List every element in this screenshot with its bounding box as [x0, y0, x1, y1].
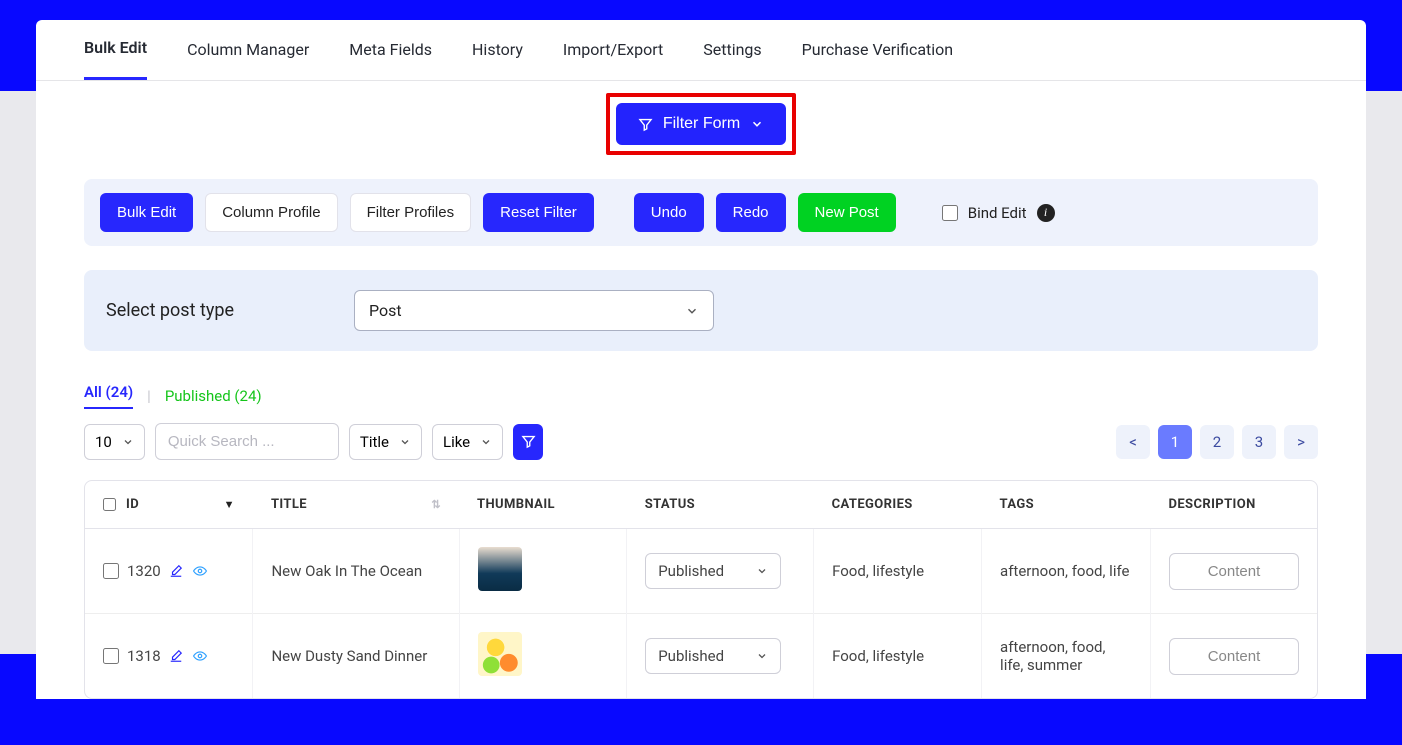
- tab-purchase-verification[interactable]: Purchase Verification: [802, 40, 953, 79]
- row-title[interactable]: New Oak In The Ocean: [253, 529, 459, 614]
- edit-icon[interactable]: [169, 649, 183, 663]
- col-header-categories[interactable]: CATEGORIES: [814, 481, 982, 529]
- thumbnail-image[interactable]: [478, 632, 522, 676]
- chevron-down-icon: [750, 117, 764, 131]
- col-header-status[interactable]: STATUS: [627, 481, 814, 529]
- chevron-down-icon: [399, 436, 411, 448]
- reset-filter-button[interactable]: Reset Filter: [483, 193, 594, 232]
- tab-settings[interactable]: Settings: [703, 40, 761, 79]
- funnel-icon: [638, 117, 653, 132]
- post-type-value: Post: [369, 301, 402, 320]
- chevron-down-icon: [685, 304, 699, 318]
- operator-value: Like: [443, 433, 470, 451]
- page-2[interactable]: 2: [1200, 425, 1234, 459]
- main-panel: Bulk Edit Column Manager Meta Fields His…: [36, 20, 1366, 699]
- chevron-down-icon: [756, 650, 768, 662]
- tab-column-manager[interactable]: Column Manager: [187, 40, 309, 79]
- status-filter-tabs: All (24) | Published (24): [84, 383, 1318, 409]
- row-status-select[interactable]: Published: [645, 553, 781, 589]
- col-title-label: TITLE: [271, 497, 307, 512]
- select-all-checkbox[interactable]: [103, 498, 116, 511]
- funnel-icon: [521, 434, 536, 449]
- page-3[interactable]: 3: [1242, 425, 1276, 459]
- action-toolbar: Bulk Edit Column Profile Filter Profiles…: [84, 179, 1318, 246]
- search-field-value: Title: [360, 433, 389, 451]
- row-categories[interactable]: Food, lifestyle: [814, 614, 982, 699]
- row-status-value: Published: [658, 647, 724, 665]
- info-icon[interactable]: i: [1037, 204, 1055, 222]
- row-tags[interactable]: afternoon, food, life, summer: [982, 614, 1151, 699]
- chevron-down-icon: [480, 436, 492, 448]
- tab-meta-fields[interactable]: Meta Fields: [349, 40, 432, 79]
- col-header-thumbnail[interactable]: THUMBNAIL: [459, 481, 627, 529]
- row-checkbox[interactable]: [103, 648, 119, 664]
- page-1[interactable]: 1: [1158, 425, 1192, 459]
- row-categories[interactable]: Food, lifestyle: [814, 529, 982, 614]
- edit-icon[interactable]: [169, 564, 183, 578]
- new-post-button[interactable]: New Post: [798, 193, 896, 232]
- table-row: 1320 New Oak In The Ocean Published Fo: [85, 529, 1317, 614]
- col-header-description[interactable]: DESCRIPTION: [1151, 481, 1318, 529]
- post-type-select[interactable]: Post: [354, 290, 714, 331]
- pagination: < 1 2 3 >: [1116, 425, 1318, 459]
- row-status-value: Published: [658, 562, 724, 580]
- bind-edit-label: Bind Edit: [968, 204, 1027, 222]
- chevron-down-icon: [756, 565, 768, 577]
- row-checkbox[interactable]: [103, 563, 119, 579]
- bind-edit-checkbox[interactable]: [942, 205, 958, 221]
- table-row: 1318 New Dusty Sand Dinner Published F: [85, 614, 1317, 699]
- row-content-button[interactable]: Content: [1169, 638, 1299, 675]
- post-type-label: Select post type: [106, 300, 234, 321]
- filter-form-button[interactable]: Filter Form: [616, 103, 786, 145]
- tab-history[interactable]: History: [472, 40, 523, 79]
- row-tags[interactable]: afternoon, food, life: [982, 529, 1151, 614]
- eye-icon[interactable]: [191, 564, 209, 578]
- bulk-edit-button[interactable]: Bulk Edit: [100, 193, 193, 232]
- status-tab-all[interactable]: All (24): [84, 383, 133, 409]
- filter-form-row: Filter Form: [36, 81, 1366, 167]
- status-tab-published[interactable]: Published (24): [165, 387, 262, 405]
- page-next[interactable]: >: [1284, 425, 1318, 459]
- row-title[interactable]: New Dusty Sand Dinner: [253, 614, 459, 699]
- data-table: ID ▼ TITLE ⇅ THUMBNAIL STATUS CATEGORIES: [84, 480, 1318, 699]
- row-content-button[interactable]: Content: [1169, 553, 1299, 590]
- chevron-down-icon: [122, 436, 134, 448]
- tab-bar: Bulk Edit Column Manager Meta Fields His…: [36, 20, 1366, 81]
- list-controls-row: 10 Title Like < 1 2 3 >: [84, 423, 1318, 460]
- quick-search-input[interactable]: [155, 423, 339, 460]
- post-type-row: Select post type Post: [84, 270, 1318, 351]
- filter-profiles-button[interactable]: Filter Profiles: [350, 193, 472, 232]
- page-size-value: 10: [95, 433, 112, 451]
- page-prev[interactable]: <: [1116, 425, 1150, 459]
- bind-edit-toggle[interactable]: Bind Edit i: [942, 204, 1055, 222]
- apply-filter-button[interactable]: [513, 424, 543, 460]
- tab-import-export[interactable]: Import/Export: [563, 40, 663, 79]
- sort-caret-title: ⇅: [431, 498, 441, 511]
- col-header-title[interactable]: TITLE ⇅: [253, 481, 459, 529]
- status-tab-separator: |: [147, 387, 151, 405]
- sort-caret-id: ▼: [224, 498, 235, 511]
- redo-button[interactable]: Redo: [716, 193, 786, 232]
- row-id: 1320: [127, 562, 161, 580]
- undo-button[interactable]: Undo: [634, 193, 704, 232]
- thumbnail-image[interactable]: [478, 547, 522, 591]
- highlight-box: Filter Form: [606, 93, 796, 155]
- col-id-label: ID: [126, 497, 139, 512]
- col-header-id[interactable]: ID ▼: [85, 481, 253, 529]
- filter-form-label: Filter Form: [663, 115, 740, 133]
- tab-bulk-edit[interactable]: Bulk Edit: [84, 38, 147, 80]
- row-id: 1318: [127, 647, 161, 665]
- page-size-select[interactable]: 10: [84, 424, 145, 460]
- search-field-select[interactable]: Title: [349, 424, 422, 460]
- eye-icon[interactable]: [191, 649, 209, 663]
- operator-select[interactable]: Like: [432, 424, 503, 460]
- col-header-tags[interactable]: TAGS: [982, 481, 1151, 529]
- column-profile-button[interactable]: Column Profile: [205, 193, 337, 232]
- row-status-select[interactable]: Published: [645, 638, 781, 674]
